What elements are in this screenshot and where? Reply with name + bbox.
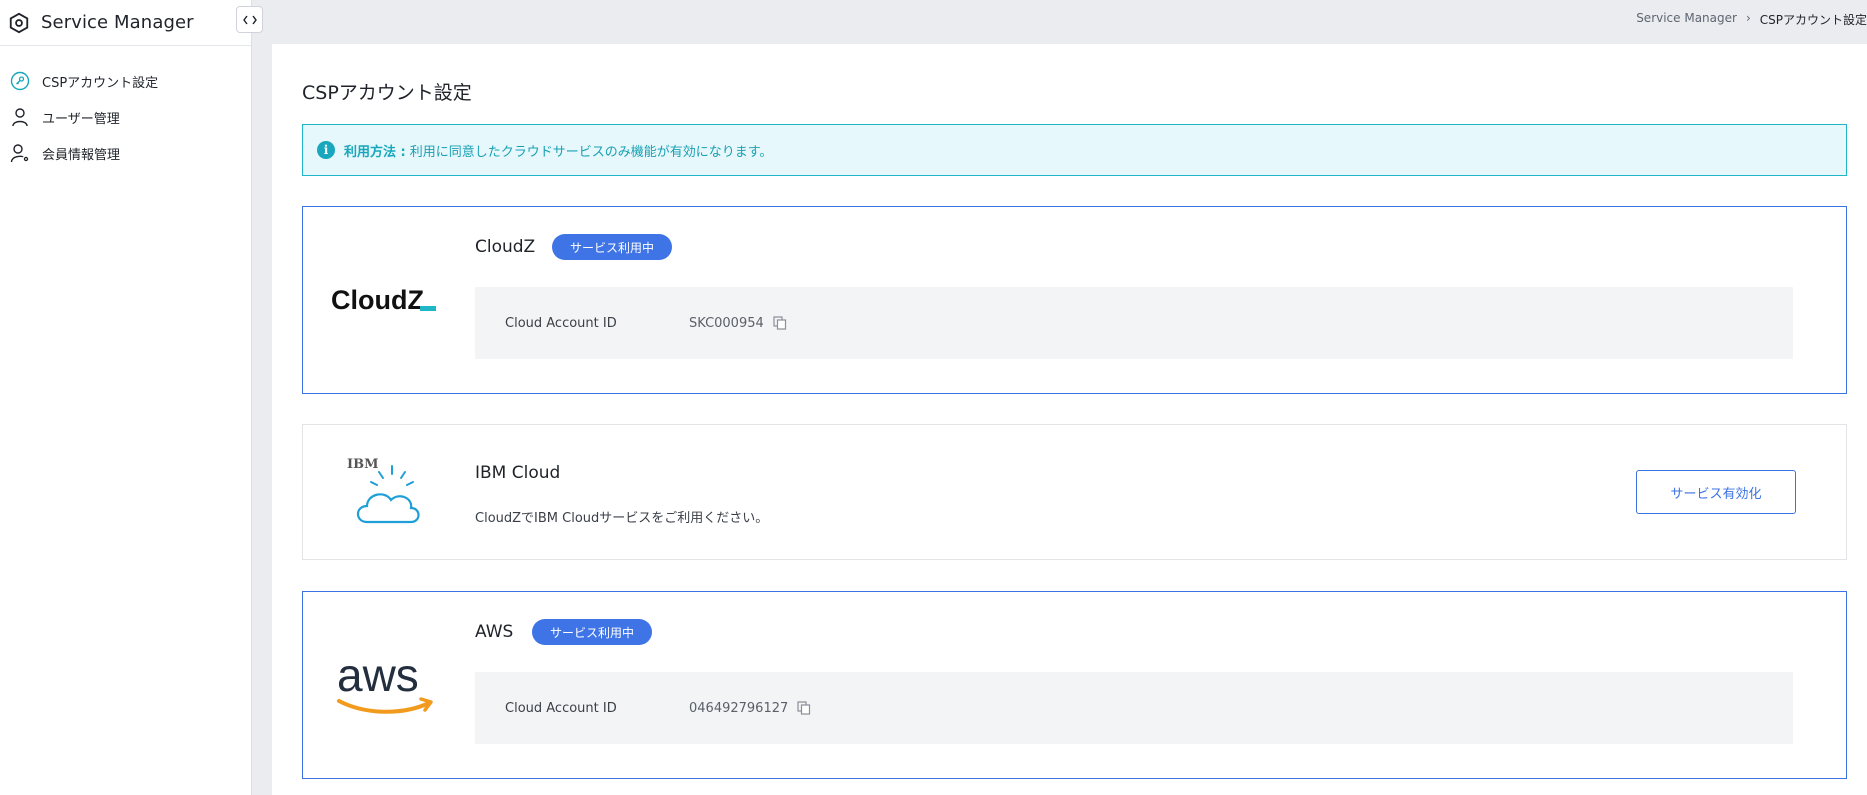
sidebar-item-member-info[interactable]: 会員情報管理 [0, 135, 251, 171]
service-card-cloudz: CloudZ CloudZ サービス利用中 Cloud Account ID S… [302, 206, 1847, 394]
service-card-ibm-cloud: IBM IBM Cloud CloudZでIBM Cloudサービスをご利用くだ… [302, 424, 1847, 560]
code-brackets-icon [242, 15, 257, 24]
sidebar-item-label: ユーザー管理 [42, 111, 120, 127]
cloudz-logo: CloudZ [321, 207, 451, 393]
breadcrumb-current: CSPアカウント設定 [1759, 13, 1867, 27]
key-icon [10, 71, 30, 91]
info-icon: i [317, 141, 335, 159]
cloud-account-id-label: Cloud Account ID [505, 315, 617, 331]
cloudz-logo-text: CloudZ [331, 285, 424, 315]
service-card-aws: aws AWS サービス利用中 Cloud Account ID 0464927… [302, 591, 1847, 779]
breadcrumb-root[interactable]: Service Manager [1636, 11, 1737, 28]
notice-text: 利用に同意したクラウドサービスのみ機能が有効になります。 [409, 144, 773, 160]
service-name: AWS [475, 622, 514, 642]
cloud-account-id-box: Cloud Account ID 046492796127 [475, 672, 1793, 744]
top-bar: Service Manager › CSPアカウント設定 [252, 0, 1867, 44]
brand-header: Service Manager [0, 0, 251, 46]
cloud-account-id-value: SKC000954 [689, 315, 764, 331]
collapse-sidebar-button[interactable] [236, 6, 263, 33]
cloud-account-id-value: 046492796127 [689, 700, 789, 716]
aws-logo: aws [321, 592, 451, 778]
breadcrumb-separator: › [1745, 11, 1751, 25]
aws-logo-text: aws [337, 649, 419, 701]
main-content: CSPアカウント設定 i 利用方法 : 利用に同意したクラウドサービスのみ機能が… [272, 44, 1867, 795]
service-description: CloudZでIBM Cloudサービスをご利用ください。 [475, 511, 769, 526]
enable-service-button[interactable]: サービス有効化 [1636, 470, 1796, 514]
ibm-cloud-logo: IBM [321, 425, 451, 559]
sidebar-nav: CSPアカウント設定 ユーザー管理 会員情報管理 [0, 46, 251, 171]
app-title: Service Manager [41, 12, 194, 33]
user-icon [10, 107, 30, 127]
sidebar-item-label: CSPアカウント設定 [42, 75, 159, 91]
cloud-account-id-label: Cloud Account ID [505, 700, 617, 716]
status-badge: サービス利用中 [552, 234, 673, 260]
cloud-account-id-box: Cloud Account ID SKC000954 [475, 287, 1793, 359]
usage-notice: i 利用方法 : 利用に同意したクラウドサービスのみ機能が有効になります。 [302, 124, 1847, 176]
service-name: CloudZ [475, 237, 536, 257]
user-gear-icon [10, 143, 30, 163]
service-name: IBM Cloud [475, 463, 561, 483]
sidebar-item-user-management[interactable]: ユーザー管理 [0, 99, 251, 135]
copy-icon[interactable] [797, 701, 811, 715]
cloud-account-id-value-group: SKC000954 [689, 316, 787, 331]
sidebar: Service Manager CSPアカウント設定 ユーザー管理 会員情報管理 [0, 0, 252, 795]
hexagon-logo-icon [9, 12, 29, 33]
page-title: CSPアカウント設定 [302, 82, 472, 104]
cloud-account-id-value-group: 046492796127 [689, 701, 811, 716]
copy-icon[interactable] [773, 316, 787, 330]
sidebar-item-label: 会員情報管理 [42, 147, 121, 163]
breadcrumb: Service Manager › CSPアカウント設定 [1636, 11, 1867, 28]
sidebar-item-csp-account[interactable]: CSPアカウント設定 [0, 63, 251, 99]
notice-label: 利用方法 : [344, 144, 406, 160]
ibm-logo-text: IBM [347, 457, 378, 472]
status-badge: サービス利用中 [532, 619, 653, 645]
